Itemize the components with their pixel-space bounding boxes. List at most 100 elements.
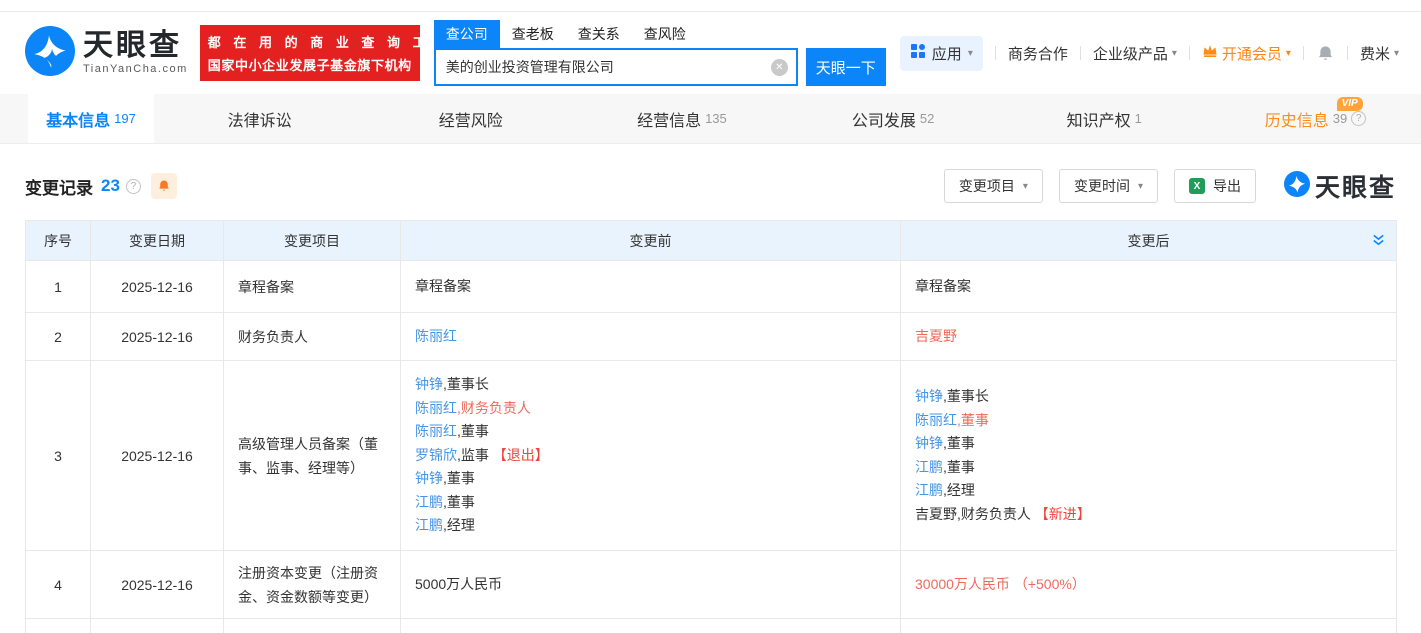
nav-enterprise-label: 企业级产品 <box>1093 43 1168 64</box>
cell-item: 高级管理人员备案（董事、监事、经理等） <box>224 361 401 551</box>
person-link[interactable]: 罗锦欣 <box>415 447 457 463</box>
help-icon[interactable]: ? <box>1351 111 1366 126</box>
cell-date: 2025-12-16 <box>91 261 224 313</box>
table-row: 32025-12-16高级管理人员备案（董事、监事、经理等）钟铮,董事长陈丽红,… <box>26 361 1397 551</box>
clear-icon[interactable]: ✕ <box>771 59 788 76</box>
search-input[interactable] <box>436 50 796 84</box>
change-line: 陈丽红,财务负责人 <box>415 397 886 421</box>
person-link[interactable]: 钟铮 <box>915 435 943 451</box>
cell-date: 2025-12-16 <box>91 551 224 619</box>
header-item: 变更项目 <box>224 221 401 261</box>
table-row-partial <box>26 619 1397 633</box>
change-text: 【新进】 <box>1031 506 1091 522</box>
apps-menu[interactable]: 应用 ▾ <box>900 36 983 71</box>
change-line: 陈丽红,董事 <box>415 420 886 444</box>
cell-before: 章程备案 <box>401 261 901 313</box>
change-record-table: 序号 变更日期 变更项目 变更前 变更后 12025-12-16章程备案章程备案… <box>25 220 1396 633</box>
search-row: ✕ 天眼一下 <box>434 48 886 86</box>
person-link[interactable]: 江鹏 <box>915 459 943 475</box>
change-line: 钟铮,董事 <box>415 467 886 491</box>
vip-badge: VIP <box>1337 97 1363 111</box>
header-date: 变更日期 <box>91 221 224 261</box>
tab-intellectual-property[interactable]: 知识产权1 <box>999 94 1210 143</box>
search-tab-relation[interactable]: 查关系 <box>566 20 632 48</box>
help-icon[interactable]: ? <box>126 179 141 194</box>
change-text: 5000万人民币 <box>415 576 502 592</box>
chevron-down-icon: ▾ <box>1023 181 1028 192</box>
tab-legal[interactable]: 法律诉讼 <box>154 94 365 143</box>
person-link[interactable]: 江鹏 <box>415 494 443 510</box>
header-before: 变更前 <box>401 221 901 261</box>
search-button[interactable]: 天眼一下 <box>806 48 886 86</box>
subscribe-bell-button[interactable] <box>151 173 177 199</box>
cell-after: 吉夏野 <box>901 313 1397 361</box>
person-link[interactable]: 江鹏 <box>415 517 443 533</box>
nav-open-vip[interactable]: 开通会员 ▾ <box>1202 43 1291 64</box>
collapse-all-icon[interactable] <box>1371 233 1386 251</box>
change-text: 吉夏野,财务负责人 <box>915 506 1031 522</box>
apps-grid-icon <box>910 43 926 63</box>
change-line: 陈丽红 <box>415 325 886 349</box>
change-text: 吉夏野 <box>915 328 957 344</box>
tab-operation-risk[interactable]: 经营风险 <box>365 94 576 143</box>
watermark-text: 天眼查 <box>1315 168 1396 204</box>
person-link[interactable]: 钟铮 <box>915 388 943 404</box>
table-row: 12025-12-16章程备案章程备案章程备案 <box>26 261 1397 313</box>
change-text: 【退出】 <box>489 447 549 463</box>
chevron-down-icon: ▾ <box>1138 181 1143 192</box>
change-line: 章程备案 <box>415 275 886 299</box>
nav-cooperation[interactable]: 商务合作 <box>1008 43 1068 64</box>
slogan-line-1: 都 在 用 的 商 业 查 询 工 具 <box>208 32 412 51</box>
change-line: 30000万人民币 （+500%） <box>915 573 1382 597</box>
table-row: 22025-12-16财务负责人陈丽红吉夏野 <box>26 313 1397 361</box>
change-line: 江鹏,董事 <box>415 491 886 515</box>
tab-business-info[interactable]: 经营信息135 <box>576 94 787 143</box>
change-text: ,经理 <box>943 482 975 498</box>
person-link[interactable]: 陈丽红 <box>915 412 957 428</box>
change-text: 章程备案 <box>415 278 471 294</box>
filter-change-item-label: 变更项目 <box>959 176 1015 196</box>
search-tabs: 查公司 查老板 查关系 查风险 <box>434 20 886 48</box>
tab-label: 公司发展 <box>852 107 916 131</box>
search-input-wrap: ✕ <box>434 48 798 86</box>
person-link[interactable]: 钟铮 <box>415 470 443 486</box>
change-line: 江鹏,经理 <box>915 479 1382 503</box>
nav-user-menu[interactable]: 费米 ▾ <box>1360 43 1399 64</box>
person-link[interactable]: 江鹏 <box>915 482 943 498</box>
search-tab-company[interactable]: 查公司 <box>434 20 500 48</box>
brand-slogan-banner: 都 在 用 的 商 业 查 询 工 具 国家中小企业发展子基金旗下机构 <box>200 25 420 81</box>
nav-enterprise[interactable]: 企业级产品 ▾ <box>1093 43 1177 64</box>
brand-logo[interactable]: 天眼查 TianYanCha.com <box>25 26 188 81</box>
tab-history[interactable]: 历史信息39?VIP <box>1210 94 1421 143</box>
person-link[interactable]: 陈丽红 <box>415 400 457 416</box>
export-button[interactable]: X 导出 <box>1174 169 1256 203</box>
change-line: 钟铮,董事长 <box>415 373 886 397</box>
change-text: ,董事长 <box>943 388 989 404</box>
search-tab-risk[interactable]: 查风险 <box>632 20 698 48</box>
tab-label: 知识产权 <box>1067 107 1131 131</box>
change-line: 吉夏野 <box>915 325 1382 349</box>
person-link[interactable]: 钟铮 <box>415 376 443 392</box>
filter-change-time-button[interactable]: 变更时间 ▾ <box>1059 169 1158 203</box>
nav-vip-label: 开通会员 <box>1222 43 1282 64</box>
nav-divider <box>1080 46 1081 60</box>
person-link[interactable]: 陈丽红 <box>415 328 457 344</box>
nav-user-label: 费米 <box>1360 43 1390 64</box>
chevron-down-icon: ▾ <box>1394 48 1399 59</box>
nav-divider <box>1189 46 1190 60</box>
section-count: 23 <box>101 176 120 196</box>
change-text: ,监事 <box>457 447 489 463</box>
tab-development[interactable]: 公司发展 52 <box>788 94 999 143</box>
change-text: ,董事长 <box>443 376 489 392</box>
filter-change-item-button[interactable]: 变更项目 ▾ <box>944 169 1043 203</box>
cell-seq: 3 <box>26 361 91 551</box>
person-link[interactable]: 陈丽红 <box>415 423 457 439</box>
change-line: 吉夏野,财务负责人 【新进】 <box>915 503 1382 527</box>
cell-before: 陈丽红 <box>401 313 901 361</box>
filter-change-time-label: 变更时间 <box>1074 176 1130 196</box>
search-tab-boss[interactable]: 查老板 <box>500 20 566 48</box>
tab-count: 52 <box>920 111 934 126</box>
apps-label: 应用 <box>932 43 962 64</box>
tab-basic-info[interactable]: 基本信息197 <box>28 94 154 143</box>
notification-bell-icon[interactable] <box>1316 44 1335 63</box>
